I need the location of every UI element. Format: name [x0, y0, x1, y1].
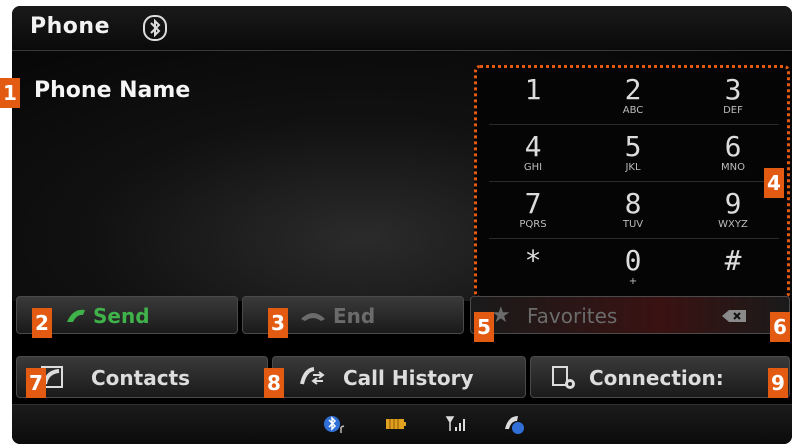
key-2[interactable]: 2 ABC: [583, 71, 683, 123]
key-7[interactable]: 7 PQRS: [483, 185, 583, 237]
connections-label: Connection:: [589, 366, 724, 390]
favorites-button[interactable]: ★ Favorites: [470, 296, 790, 334]
key-3[interactable]: 3 DEF: [683, 71, 783, 123]
title-bar: Phone: [12, 6, 792, 51]
head-unit-display: Phone Phone Name 1 2 ABC 3 DEF 4 GHI 5 JKL 6…: [12, 6, 792, 444]
callout-8: 8: [264, 368, 284, 398]
connections-button[interactable]: Connection:: [530, 356, 790, 398]
phone-screen: Phone Phone Name 1 2 ABC 3 DEF 4 GHI 5 JKL 6…: [0, 0, 794, 446]
bluetooth-call-icon: [505, 416, 524, 434]
callout-1: 1: [0, 78, 20, 108]
contacts-label: Contacts: [91, 366, 191, 390]
keypad-divider: [489, 238, 779, 239]
call-history-button[interactable]: Call History: [272, 356, 526, 398]
key-star[interactable]: *: [483, 242, 583, 294]
bluetooth-audio-icon: [324, 416, 345, 433]
keypad-divider: [489, 181, 779, 182]
page-title: Phone: [30, 14, 110, 39]
dial-keypad: 1 2 ABC 3 DEF 4 GHI 5 JKL 6 MNO 7 PQRS 8 TUV 9W…: [474, 65, 790, 299]
callout-9: 9: [768, 368, 788, 398]
callout-2: 2: [32, 308, 52, 338]
key-4[interactable]: 4 GHI: [483, 128, 583, 180]
bluetooth-icon: [143, 15, 167, 41]
key-0[interactable]: 0 +: [583, 242, 683, 294]
callout-7: 7: [26, 368, 46, 398]
end-call-icon: [301, 313, 325, 321]
signal-strength-icon: [445, 416, 465, 431]
contacts-button[interactable]: Contacts: [16, 356, 268, 398]
status-bar: [12, 404, 792, 444]
phone-name: Phone Name: [34, 78, 191, 103]
callout-6: 6: [770, 312, 790, 342]
key-8[interactable]: 8 TUV: [583, 185, 683, 237]
key-hash[interactable]: #: [683, 242, 783, 294]
battery-icon: [386, 419, 406, 429]
call-history-label: Call History: [343, 366, 474, 390]
phone-call-icon: [67, 309, 85, 322]
callout-5: 5: [474, 312, 494, 342]
favorites-label: Favorites: [527, 304, 618, 328]
connection-settings-icon: [552, 366, 575, 389]
send-label: Send: [93, 304, 150, 328]
callout-4: 4: [764, 168, 784, 198]
backspace-icon[interactable]: [721, 309, 747, 323]
end-label: End: [333, 304, 376, 328]
call-history-icon: [300, 367, 325, 385]
keypad-divider: [489, 124, 779, 125]
key-1[interactable]: 1: [483, 71, 583, 123]
callout-3: 3: [268, 308, 288, 338]
key-5[interactable]: 5 JKL: [583, 128, 683, 180]
